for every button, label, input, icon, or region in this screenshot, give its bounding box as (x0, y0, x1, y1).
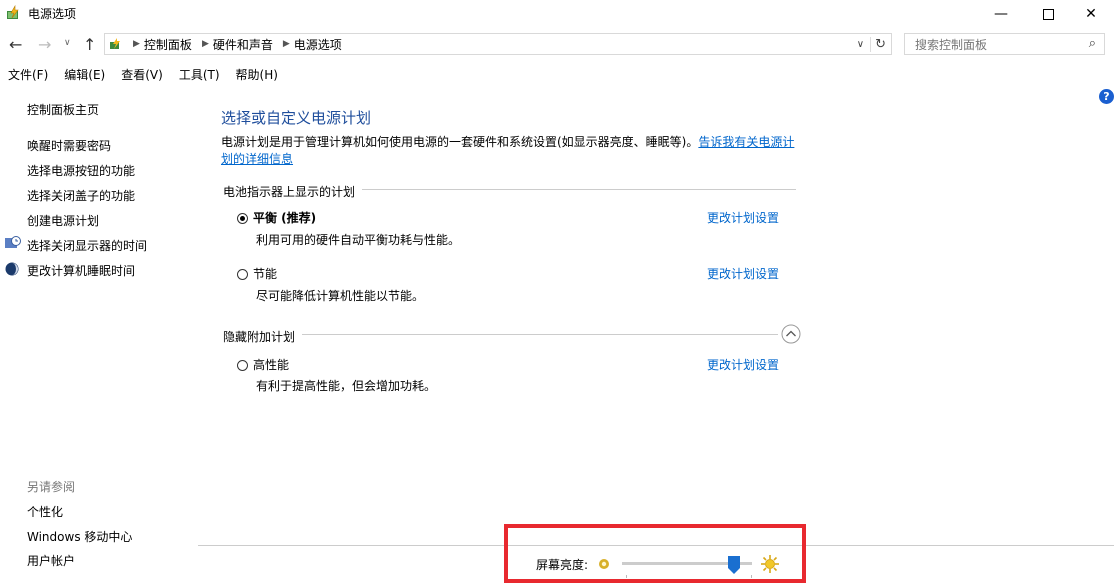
breadcrumb-separator-icon: ▶ (201, 39, 209, 49)
plan-power-saver-name[interactable]: 节能 (253, 265, 277, 282)
breadcrumb-separator-icon: ▶ (282, 39, 290, 49)
sidebar-link-display-off[interactable]: 选择关闭显示器的时间 (27, 237, 147, 254)
section-battery-plans: 电池指示器上显示的计划 (223, 185, 356, 199)
forward-arrow-icon[interactable]: → (38, 35, 51, 54)
plan-high-performance-radio[interactable] (237, 360, 248, 371)
plan-high-performance-desc: 有利于提高性能，但会增加功耗。 (256, 379, 437, 393)
menu-view[interactable]: 查看(V) (113, 66, 171, 84)
power-options-icon (6, 4, 22, 21)
page-title: 选择或自定义电源计划 (221, 109, 372, 127)
see-also-personalization[interactable]: 个性化 (27, 503, 63, 520)
plan-balanced-radio[interactable] (237, 213, 248, 224)
address-dropdown-chevron-icon[interactable]: ∨ (857, 39, 864, 50)
menu-help[interactable]: 帮助(H) (228, 66, 286, 84)
sidebar-link-create-plan[interactable]: 创建电源计划 (27, 212, 99, 229)
close-button[interactable]: ✕ (1068, 0, 1114, 28)
search-input[interactable] (913, 37, 1087, 53)
maximize-icon (1042, 8, 1054, 20)
up-arrow-icon[interactable]: ↑ (83, 35, 96, 54)
minimize-icon: — (994, 6, 1008, 22)
sidebar-link-lid-close[interactable]: 选择关闭盖子的功能 (27, 187, 135, 204)
sidebar-link-wake-password[interactable]: 唤醒时需要密码 (27, 137, 111, 154)
brightness-slider-thumb[interactable] (727, 556, 740, 574)
refresh-icon[interactable]: ↻ (870, 36, 886, 52)
recent-locations-chevron-icon[interactable]: ∨ (64, 38, 71, 48)
help-icon[interactable]: ? (1099, 89, 1114, 104)
brightness-low-icon (598, 558, 610, 570)
breadcrumb-hardware-sound[interactable]: 硬件和声音 (213, 36, 273, 53)
plan-balanced-desc: 利用可用的硬件自动平衡功耗与性能。 (256, 233, 461, 247)
section-divider (362, 189, 796, 190)
menu-bar: 文件(F) 编辑(E) 查看(V) 工具(T) 帮助(H) (0, 66, 286, 84)
sidebar-link-power-button[interactable]: 选择电源按钮的功能 (27, 162, 135, 179)
see-also-heading: 另请参阅 (27, 480, 76, 494)
address-bar[interactable]: ▶ 控制面板 ▶ 硬件和声音 ▶ 电源选项 ∨ ↻ (104, 33, 892, 55)
title-bar (0, 0, 1114, 28)
plan-high-performance-name[interactable]: 高性能 (253, 356, 289, 373)
section-divider (302, 334, 778, 335)
menu-tools[interactable]: 工具(T) (171, 66, 228, 84)
plan-power-saver-settings-link[interactable]: 更改计划设置 (707, 265, 779, 282)
window-title: 电源选项 (28, 7, 77, 21)
brightness-high-sun-icon (760, 554, 780, 574)
plan-power-saver-radio[interactable] (237, 269, 248, 280)
plan-balanced-name[interactable]: 平衡 (推荐) (253, 209, 316, 226)
plan-power-saver-desc: 尽可能降低计算机性能以节能。 (256, 289, 425, 303)
control-panel-icon (109, 37, 123, 51)
menu-file[interactable]: 文件(F) (0, 66, 56, 84)
moon-sleep-icon (5, 262, 19, 276)
slider-tick-marks (626, 575, 752, 578)
menu-edit[interactable]: 编辑(E) (56, 66, 113, 84)
close-icon: ✕ (1085, 6, 1097, 22)
plan-balanced-settings-link[interactable]: 更改计划设置 (707, 209, 779, 226)
search-box[interactable]: ⌕ (904, 33, 1105, 55)
breadcrumb-separator-icon: ▶ (133, 39, 140, 49)
search-icon[interactable]: ⌕ (1089, 36, 1096, 51)
plan-high-performance-settings-link[interactable]: 更改计划设置 (707, 356, 779, 373)
page-description: 电源计划是用于管理计算机如何使用电源的一套硬件和系统设置(如显示器亮度、睡眠等)… (221, 134, 801, 168)
brightness-label: 屏幕亮度: (536, 558, 589, 572)
breadcrumb-power-options[interactable]: 电源选项 (294, 36, 342, 53)
back-arrow-icon[interactable]: ← (9, 35, 22, 54)
see-also-mobility-center[interactable]: Windows 移动中心 (27, 528, 132, 545)
collapse-chevron-icon[interactable] (781, 324, 801, 344)
minimize-button[interactable]: — (978, 0, 1024, 28)
breadcrumb-control-panel[interactable]: 控制面板 (144, 36, 192, 53)
maximize-button[interactable] (1025, 0, 1071, 28)
sidebar-link-sleep-time[interactable]: 更改计算机睡眠时间 (27, 262, 135, 279)
display-clock-icon (5, 236, 21, 250)
see-also-user-accounts[interactable]: 用户帐户 (27, 552, 75, 569)
section-hidden-plans: 隐藏附加计划 (223, 330, 296, 344)
description-text: 电源计划是用于管理计算机如何使用电源的一套硬件和系统设置(如显示器亮度、睡眠等)… (221, 135, 699, 149)
sidebar-home-link[interactable]: 控制面板主页 (27, 101, 99, 118)
